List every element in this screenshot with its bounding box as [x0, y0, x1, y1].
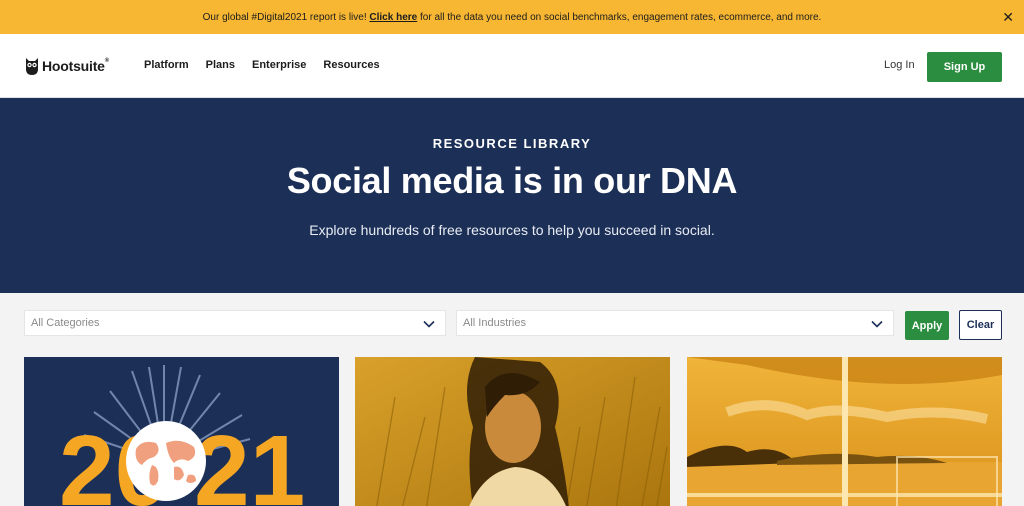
page-title: Social media is in our DNA — [286, 160, 738, 201]
categories-select[interactable]: All Categories — [24, 310, 446, 336]
login-link[interactable]: Log In — [884, 59, 915, 71]
resource-card-digital-2021[interactable]: 20 21 — [24, 357, 339, 506]
seaside-view-image — [687, 357, 1002, 506]
hero-section: RESOURCE LIBRARY Social media is in our … — [0, 98, 1024, 293]
nav-item-plans[interactable]: Plans — [206, 59, 235, 71]
top-navigation: Hootsuite® Platform Plans Enterprise Res… — [0, 34, 1024, 98]
logo[interactable]: Hootsuite® — [25, 56, 109, 76]
owl-logo-icon — [26, 58, 38, 75]
industries-select[interactable]: All Industries — [456, 310, 894, 336]
main-menu: Platform Plans Enterprise Resources — [144, 59, 380, 71]
hero-subtitle: Explore hundreds of free resources to he… — [309, 222, 715, 238]
close-icon[interactable]: ✕ — [1002, 9, 1014, 25]
categories-select-value: All Categories — [31, 317, 100, 329]
chevron-down-icon — [423, 320, 435, 328]
filter-bar: All Categories All Industries Apply Clea… — [0, 293, 1024, 357]
woman-field-image — [355, 357, 670, 506]
banner-link[interactable]: Click here — [369, 12, 417, 23]
chevron-down-icon — [871, 320, 883, 328]
digital-2021-cover-image: 20 21 — [24, 357, 339, 506]
logo-wordmark: Hootsuite® — [42, 58, 109, 74]
resource-card-seaside-view[interactable] — [687, 357, 1002, 506]
clear-button[interactable]: Clear — [959, 310, 1002, 340]
nav-item-enterprise[interactable]: Enterprise — [252, 59, 306, 71]
hero-eyebrow: RESOURCE LIBRARY — [432, 136, 592, 151]
nav-item-resources[interactable]: Resources — [323, 59, 379, 71]
announcement-banner: Our global #Digital2021 report is live! … — [0, 0, 1024, 34]
resource-card-woman-field[interactable] — [355, 357, 670, 506]
banner-text: Our global #Digital2021 report is live! … — [202, 11, 822, 23]
apply-button[interactable]: Apply — [905, 311, 949, 340]
industries-select-value: All Industries — [463, 317, 526, 329]
signup-button[interactable]: Sign Up — [927, 52, 1002, 82]
year-right-text: 21 — [194, 415, 305, 506]
nav-item-platform[interactable]: Platform — [144, 59, 189, 71]
